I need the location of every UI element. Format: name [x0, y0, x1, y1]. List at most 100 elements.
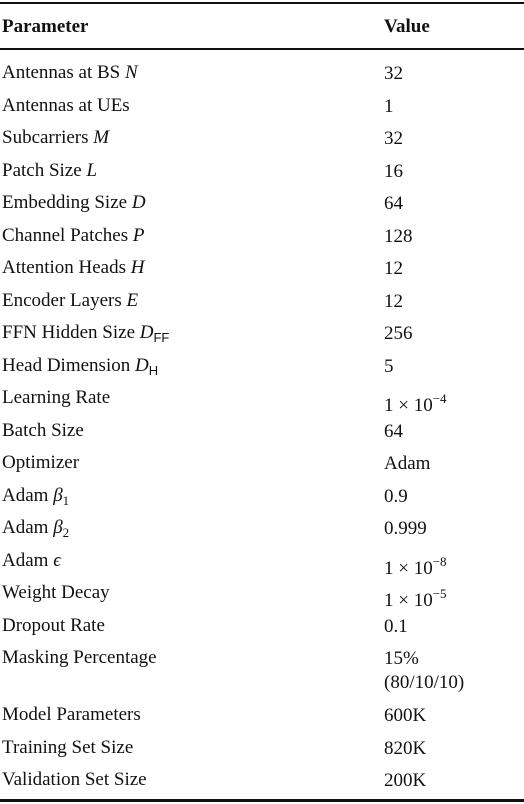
value-cell: 32: [384, 127, 403, 151]
value-text: 0.9: [384, 485, 408, 507]
table-row: Adam β1 0.9: [0, 481, 524, 514]
value-cell: 0.999: [384, 517, 427, 541]
value-cell: 256: [384, 322, 413, 346]
value-cell: 600K: [384, 704, 426, 728]
parameter-subscript: FF: [153, 330, 170, 345]
parameter-label: Learning Rate: [2, 387, 111, 408]
parameter-symbol: P: [132, 224, 145, 246]
parameter-cell: Validation Set Size: [2, 769, 147, 791]
table-row: Patch Size L 16: [0, 156, 524, 189]
mid-rule: [0, 48, 524, 50]
value-cell: 1: [384, 95, 394, 119]
parameter-symbol: D: [134, 354, 149, 376]
parameter-subscript: 1: [62, 492, 70, 508]
value-exponent: −4: [432, 391, 447, 406]
parameter-label: Attention Heads: [2, 257, 131, 278]
value-cell: 0.9: [384, 485, 408, 509]
parameter-cell: FFN Hidden Size DFF: [2, 322, 169, 345]
value-text: 200K: [384, 770, 427, 791]
parameter-label: Masking Percentage: [2, 647, 157, 668]
parameter-cell: Optimizer: [2, 452, 79, 474]
parameter-symbol: M: [93, 127, 110, 148]
value-cell: 1 × 10−8: [384, 550, 447, 581]
parameter-cell: Training Set Size: [2, 737, 133, 759]
value-cell: 200K: [384, 769, 426, 793]
value-text: 12: [384, 290, 403, 312]
table-row: Dropout Rate 0.1: [0, 611, 524, 644]
table-row: Encoder Layers E 12: [0, 286, 524, 319]
table-header: Parameter Value: [0, 14, 524, 42]
value-text: 1: [384, 95, 394, 117]
table-row: FFN Hidden Size DFF 256: [0, 318, 524, 351]
parameter-cell: Subcarriers M: [2, 127, 109, 149]
value-text: 32: [384, 128, 403, 149]
value-text: 12: [384, 258, 403, 279]
parameter-cell: Dropout Rate: [2, 615, 105, 637]
table-row: Subcarriers M 32: [0, 123, 524, 156]
parameter-cell: Learning Rate: [2, 387, 110, 409]
parameter-cell: Model Parameters: [2, 704, 141, 726]
parameter-cell: Adam β1: [2, 485, 69, 509]
parameter-label: Adam: [2, 517, 54, 538]
parameter-cell: Adam β2: [2, 517, 69, 541]
parameter-symbol: D: [131, 192, 146, 213]
header-value: Value: [384, 16, 430, 37]
parameter-label: Model Parameters: [2, 704, 141, 725]
parameter-label: Validation Set Size: [2, 769, 147, 790]
table-row: Optimizer Adam: [0, 448, 524, 481]
table-row: Embedding Size D 64: [0, 188, 524, 221]
parameter-label: Dropout Rate: [2, 614, 105, 636]
parameter-label: Channel Patches: [2, 224, 133, 246]
parameter-label: Head Dimension: [2, 354, 135, 376]
value-text: 128: [384, 225, 413, 247]
parameter-label: Subcarriers: [2, 127, 94, 148]
value-text: 0.1: [384, 615, 408, 637]
parameter-symbol: N: [124, 62, 138, 83]
parameter-symbol: β: [53, 517, 63, 538]
table-row: Training Set Size 820K: [0, 733, 524, 766]
parameter-cell: Antennas at BS N: [2, 62, 138, 84]
value-text: 15%: [384, 648, 419, 669]
parameter-symbol: ϵ: [53, 549, 61, 571]
table-row: Head Dimension DH 5: [0, 351, 524, 384]
value-cell: 64: [384, 192, 403, 216]
value-cell: 15% (80/10/10): [384, 647, 464, 695]
parameter-label: Training Set Size: [2, 736, 134, 758]
table-row: Validation Set Size 200K: [0, 765, 524, 798]
value-cell: 5: [384, 355, 394, 379]
parameter-cell: Attention Heads H: [2, 257, 145, 279]
value-text: 16: [384, 160, 403, 182]
parameter-label: Antennas at UEs: [2, 94, 130, 116]
parameter-label: Antennas at BS: [2, 62, 125, 83]
parameter-subscript: H: [148, 362, 159, 378]
header-parameter: Parameter: [2, 16, 89, 37]
table-row: Attention Heads H 12: [0, 253, 524, 286]
parameter-label: Adam: [2, 549, 54, 571]
value-text: 5: [384, 355, 394, 377]
parameter-label: Adam: [2, 484, 54, 506]
value-text-line2: (80/10/10): [384, 672, 465, 693]
bottom-rule: [0, 799, 524, 802]
value-cell: 1 × 10−4: [384, 387, 447, 418]
table-row: Adam ϵ 1 × 10−8: [0, 546, 524, 579]
parameter-cell: Adam ϵ: [2, 550, 61, 572]
value-cell: 64: [384, 420, 403, 444]
value-text: 256: [384, 323, 413, 344]
parameter-symbol: E: [126, 289, 139, 311]
value-cell: 16: [384, 160, 403, 184]
parameter-label: Encoder Layers: [2, 289, 127, 311]
parameter-symbol: D: [139, 322, 154, 343]
value-cell: 32: [384, 62, 403, 86]
value-cell: Adam: [384, 452, 430, 476]
value-text: 0.999: [384, 518, 427, 539]
value-exponent: −8: [432, 553, 447, 569]
parameter-cell: Patch Size L: [2, 160, 97, 182]
parameter-label: Patch Size: [2, 159, 87, 181]
parameter-cell: Batch Size: [2, 420, 84, 442]
table-row: Antennas at BS N 32: [0, 58, 524, 91]
top-rule: [0, 2, 524, 4]
parameter-label: Embedding Size: [2, 192, 132, 213]
value-exponent: −5: [432, 586, 447, 601]
value-text: Adam: [384, 453, 431, 474]
table-row: Channel Patches P 128: [0, 221, 524, 254]
